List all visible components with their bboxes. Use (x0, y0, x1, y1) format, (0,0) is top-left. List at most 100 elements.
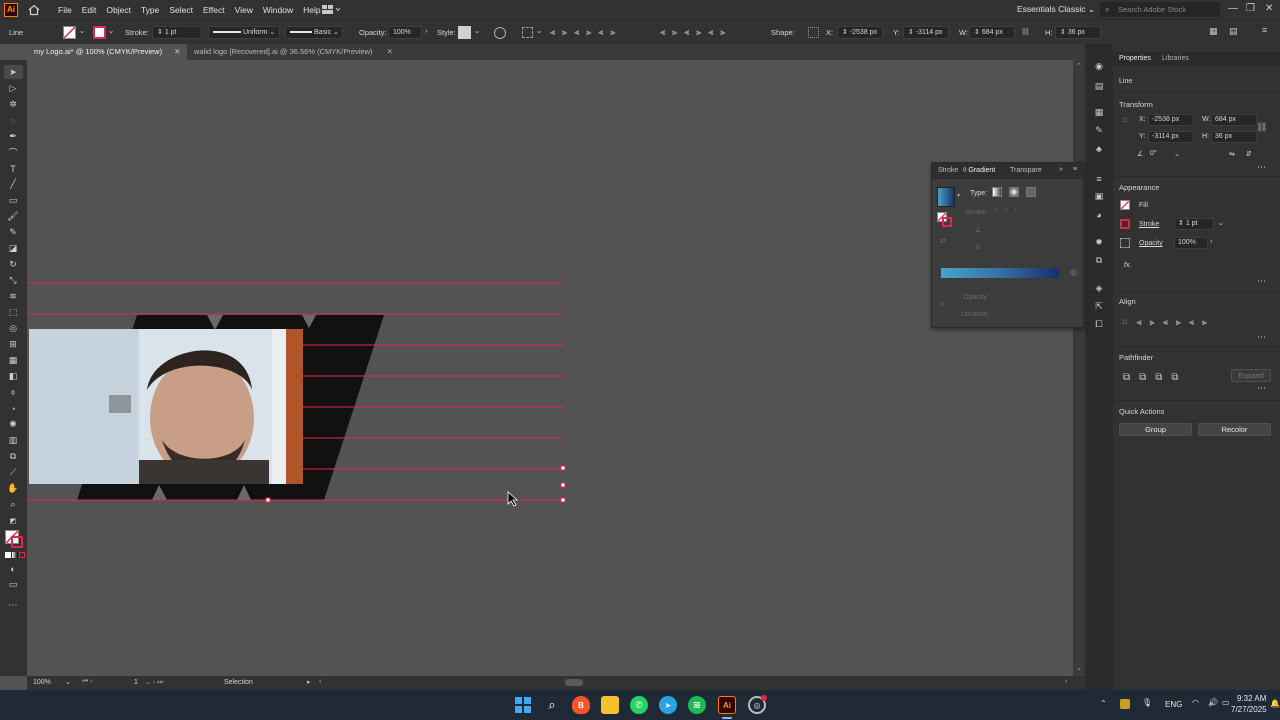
x-position-field[interactable]: ⇕ -2538 px (837, 26, 883, 39)
brushes-panel-icon[interactable]: ✎ (1093, 125, 1105, 136)
artboard-tool-icon[interactable]: ⧉ (7, 451, 19, 462)
link-icon[interactable]: ⛓ (1021, 28, 1030, 36)
symbol-sprayer-tool-icon[interactable]: ✺ (7, 419, 19, 430)
prop-w-field[interactable]: 684 px (1211, 114, 1257, 126)
angle-value[interactable]: 0° (1150, 150, 1157, 157)
fx-icon[interactable]: fx. (1124, 262, 1131, 269)
group-button[interactable]: Group (1119, 423, 1192, 436)
tab-walid-logo[interactable]: walid logo [Recovered].ai @ 36.56% (CMYK… (187, 44, 407, 60)
line-segment-tool-icon[interactable]: ╱ (7, 179, 19, 190)
chevron-up-icon[interactable]: ⌃ (1100, 699, 1107, 708)
warp-tool-icon[interactable]: ≋ (7, 291, 19, 302)
tab-libraries[interactable]: Libraries (1162, 55, 1189, 62)
chevron-down-icon[interactable]: ⌄ (65, 678, 71, 686)
chevron-down-icon[interactable]: ⌄ (474, 26, 480, 35)
stroke-label[interactable]: Stroke (1139, 221, 1159, 228)
arrange-icon[interactable]: ▤ (1229, 26, 1238, 37)
lasso-tool-icon[interactable]: ◌ (7, 115, 19, 126)
more-options-icon[interactable]: ⋯ (1257, 383, 1267, 394)
reference-point-icon[interactable]: ⁙ (1121, 115, 1129, 126)
appearance-opacity-field[interactable]: 100% (1174, 237, 1208, 249)
width-field[interactable]: ⇕ 684 px (969, 26, 1015, 39)
expand-button[interactable]: Expand (1231, 369, 1271, 382)
type-tool-icon[interactable]: T (7, 163, 19, 174)
mesh-tool-icon[interactable]: ▦ (7, 355, 19, 366)
recolor-artwork-icon[interactable] (494, 27, 506, 39)
recolor-button[interactable]: Recolor (1198, 423, 1271, 436)
chevron-down-icon[interactable]: ⌄ (536, 26, 542, 35)
chevron-down-icon[interactable]: ⌄ (79, 26, 85, 35)
radial-gradient-icon[interactable] (1009, 187, 1019, 197)
tab-properties[interactable]: Properties (1119, 55, 1151, 62)
artboard-number[interactable]: 1 (134, 679, 138, 686)
align-to-selection-icon[interactable] (522, 27, 533, 38)
opacity-label[interactable]: Opacity (1139, 240, 1163, 247)
symbols-panel-icon[interactable]: ♣ (1093, 143, 1105, 154)
document-info-icon[interactable]: ▤ (1093, 81, 1105, 92)
style-label[interactable]: Style: (437, 28, 456, 37)
chevron-right-icon[interactable]: › (1210, 238, 1212, 245)
column-graph-tool-icon[interactable]: ▥ (7, 435, 19, 446)
pen-tool-icon[interactable]: ✒ (7, 131, 19, 142)
chevron-down-icon[interactable]: ▾ (957, 192, 960, 199)
zoom-tool-icon[interactable]: ⌕ (7, 499, 19, 510)
prop-h-field[interactable]: 36 px (1211, 131, 1257, 143)
panel-menu-icon[interactable]: ≡ (1073, 166, 1077, 173)
paintbrush-tool-icon[interactable]: 🖌 (7, 211, 19, 222)
slice-tool-icon[interactable]: ⟋ (7, 467, 19, 478)
illustrator-taskbar-icon[interactable]: Ai (718, 696, 736, 714)
workspace-switcher[interactable]: Essentials Classic ⌄ (1017, 4, 1095, 15)
restore-icon[interactable]: ❐ (1246, 3, 1255, 14)
magic-wand-tool-icon[interactable]: ✲ (7, 99, 19, 110)
screen-mode-icon[interactable]: ▭ (7, 579, 19, 590)
tab-transparency[interactable]: Transpare (1010, 167, 1042, 174)
fill-swatch-none[interactable] (63, 26, 76, 39)
artboards-panel-icon[interactable]: ⧠ (1093, 319, 1105, 330)
stroke-label[interactable]: Stroke: (125, 28, 149, 37)
swatches-panel-icon[interactable]: ▦ (1093, 107, 1105, 118)
menu-window[interactable]: Window (263, 5, 293, 15)
align-buttons[interactable]: ⫷⫸⫷⫸⫷⫸ (550, 27, 622, 38)
default-fill-stroke-icon[interactable]: ◩ (7, 515, 19, 526)
rectangle-tool-icon[interactable]: ▭ (7, 195, 19, 206)
perspective-grid-tool-icon[interactable]: ⊞ (7, 339, 19, 350)
tab-gradient[interactable]: ◊ Gradient (963, 167, 995, 174)
free-transform-tool-icon[interactable]: ⬚ (7, 307, 19, 318)
battery-icon[interactable]: ▭ (1222, 698, 1230, 707)
panel-menu-icon[interactable]: ≡ (1262, 25, 1267, 35)
clock-date[interactable]: 7/27/2025 (1231, 705, 1267, 714)
transform-reference-icon[interactable] (808, 27, 819, 38)
prop-x-field[interactable]: -2538 px (1148, 114, 1194, 126)
home-icon[interactable] (28, 4, 40, 16)
direct-selection-tool-icon[interactable]: ▷ (7, 83, 19, 94)
align-buttons[interactable]: ⁙⫷⫸⫷⫸⫷⫸ (1121, 317, 1215, 328)
draw-mode-icon[interactable]: ◐ (7, 563, 19, 574)
horizontal-scroll-thumb[interactable] (565, 679, 583, 686)
flip-horizontal-icon[interactable]: ⇋ (1229, 150, 1235, 158)
stroke-weight-field[interactable]: ⇕ 1 pt (152, 26, 202, 39)
notifications-icon[interactable]: 🔔 (1270, 699, 1280, 708)
menu-file[interactable]: File (58, 5, 72, 15)
vertical-scrollbar[interactable]: ⌃ ⌄ (1073, 60, 1085, 676)
volume-icon[interactable]: 🔊 (1208, 698, 1218, 707)
graphic-styles-icon[interactable]: ⧉ (1093, 255, 1105, 266)
y-position-field[interactable]: ⇕ -3114 px (903, 26, 949, 39)
graphic-style-swatch[interactable] (458, 26, 471, 39)
wifi-icon[interactable]: ◠ (1192, 698, 1199, 707)
prop-y-field[interactable]: -3114 px (1148, 131, 1194, 143)
whatsapp-icon[interactable]: ✆ (630, 696, 648, 714)
menu-object[interactable]: Object (106, 5, 131, 15)
freeform-gradient-icon[interactable] (1026, 187, 1036, 197)
chevron-down-icon[interactable]: ⌄ (1218, 219, 1224, 227)
pencil-tool-icon[interactable]: ✎ (7, 227, 19, 238)
chevron-down-icon[interactable]: ⌄ (108, 26, 114, 35)
rotate-tool-icon[interactable]: ↻ (7, 259, 19, 270)
appearance-stroke-weight[interactable]: ⇕ 1 pt (1174, 218, 1214, 230)
opacity-field[interactable]: 100% (388, 26, 422, 39)
chevron-down-icon[interactable]: ⌄ (1174, 150, 1180, 158)
blend-tool-icon[interactable]: ◔ (7, 403, 19, 414)
edit-toolbar-icon[interactable]: ⋯ (7, 600, 19, 611)
more-options-icon[interactable]: ⋯ (1257, 332, 1267, 343)
selection-tool-icon[interactable]: ➤ (7, 67, 19, 78)
menu-edit[interactable]: Edit (82, 5, 97, 15)
